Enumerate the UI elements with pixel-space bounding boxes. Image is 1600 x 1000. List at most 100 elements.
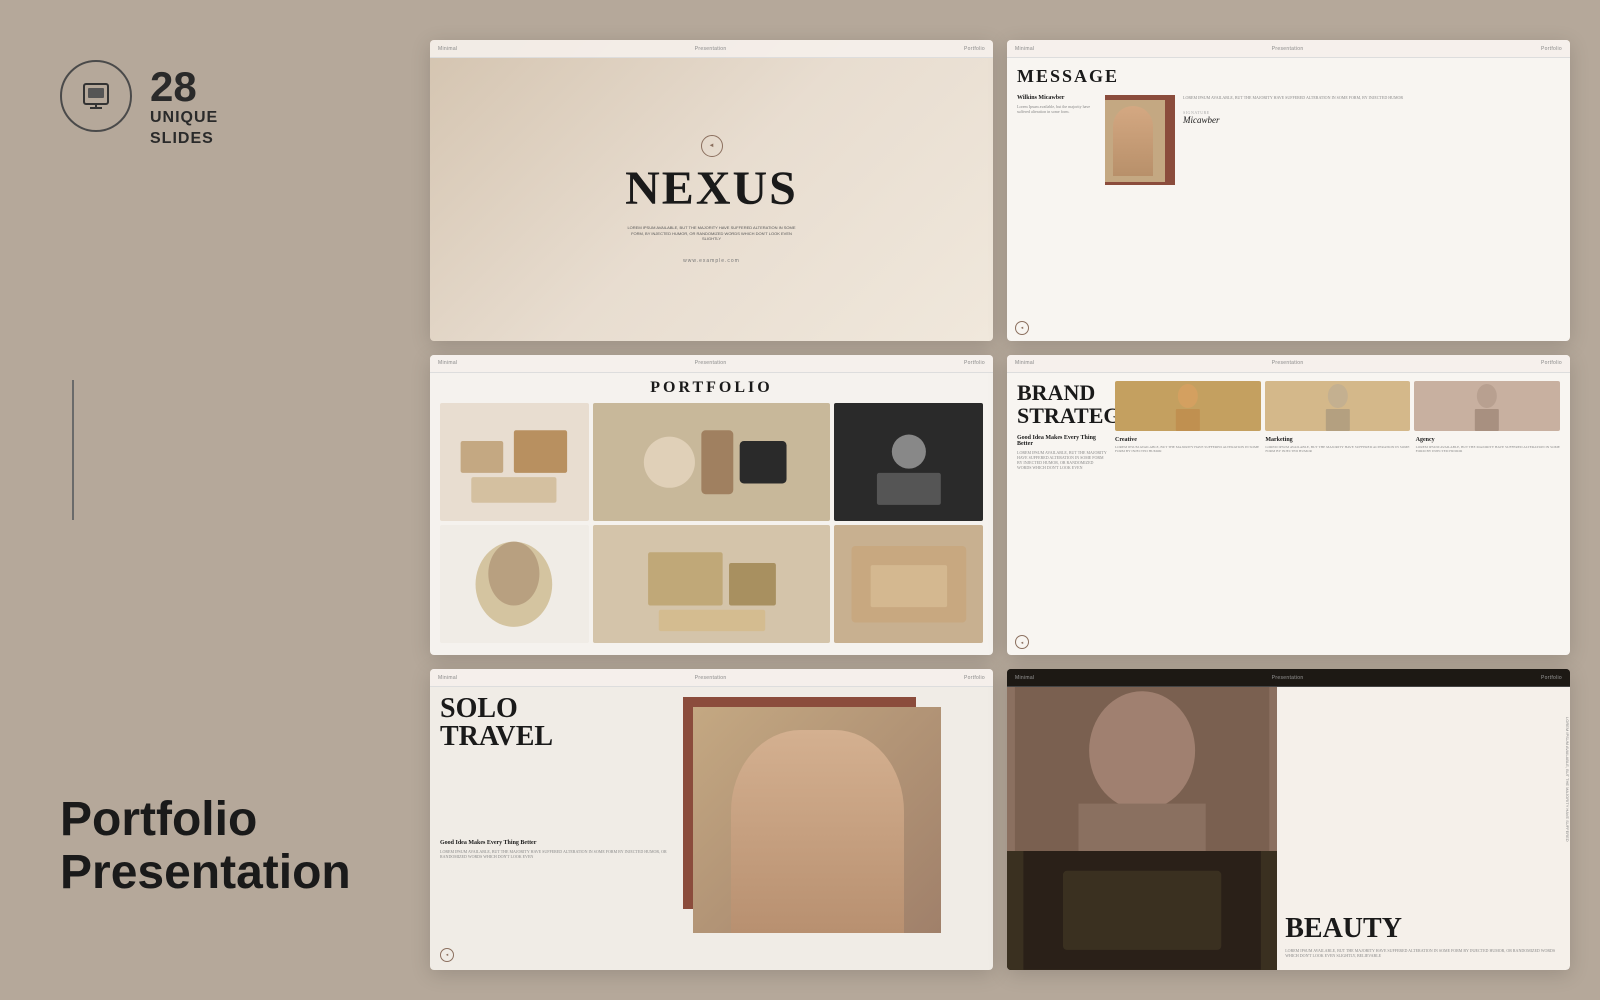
person-name: Wilkins Micawber (1017, 95, 1097, 101)
beauty-photo1 (1007, 687, 1277, 857)
message-right: LOREM IPSUM AVAILABLE, BUT THE MAJORITY … (1183, 95, 1560, 185)
brand-photos (1115, 381, 1560, 431)
message-photo (1105, 95, 1175, 185)
slide5-nav-right: Portfolio (964, 675, 985, 681)
slide5-header: Minimal Presentation Portfolio (430, 669, 993, 687)
beauty-side-text: LOREM IPSUM AVAILABLE, BUT THE MAJORITY … (1565, 717, 1570, 842)
slide3-nav-right: Portfolio (964, 360, 985, 366)
message-left: Wilkins Micawber Lorem Ipsum available, … (1017, 95, 1097, 185)
badge-label-line1: UNIQUE (150, 108, 218, 129)
photo-inner (1105, 100, 1165, 182)
brand-photo-3 (1414, 381, 1560, 431)
col3-text: LOREM IPSUM AVAILABLE, BUT THE MAJORITY … (1416, 445, 1560, 454)
slide6-nav-right: Portfolio (1541, 675, 1562, 681)
bottom-title-text: Portfolio Presentation (60, 794, 380, 900)
body-text: LOREM IPSUM AVAILABLE, BUT THE MAJORITY … (1183, 95, 1560, 100)
photo-silhouette (1113, 106, 1153, 176)
beauty-left (1007, 687, 1277, 970)
slide4-content: BRAND STRATEGY Good Idea Makes Every Thi… (1007, 373, 1570, 656)
portfolio-item-6 (834, 525, 983, 643)
slide2-header: Minimal Presentation Portfolio (1007, 40, 1570, 58)
divider (72, 380, 74, 520)
travel-person-silhouette (731, 730, 904, 934)
person-desc: Lorem Ipsum available, but the majority … (1017, 104, 1097, 114)
badge-number: 28 (150, 66, 218, 108)
left-panel: 28 UNIQUE SLIDES Portfolio Presentation (0, 0, 420, 1000)
slide6-header: Minimal Presentation Portfolio (1007, 669, 1570, 687)
slide4-nav-right: Portfolio (1541, 360, 1562, 366)
slide-beauty: Minimal Presentation Portfolio LOREM IPS… (1007, 669, 1570, 970)
portfolio-grid (440, 403, 983, 644)
badge-label-line2: SLIDES (150, 129, 218, 150)
signature-name: Micawber (1183, 115, 1560, 125)
nexus-url: www.example.com (683, 258, 740, 264)
badge-area: 28 UNIQUE SLIDES (60, 60, 380, 150)
slide3-content: PORTFOLIO (430, 373, 993, 656)
nexus-icon (701, 135, 723, 157)
slide5-content: SOLO TRAVEL Good Idea Makes Every Thing … (430, 687, 993, 970)
slide-portfolio: Minimal Presentation Portfolio PORTFOLIO (430, 355, 993, 656)
col3-title: Agency (1416, 437, 1560, 443)
slide6-nav-left: Minimal (1015, 675, 1034, 681)
slide6-nav-center: Presentation (1272, 675, 1304, 681)
badge-text: 28 UNIQUE SLIDES (150, 60, 218, 150)
slide2-nav-left: Minimal (1015, 46, 1034, 52)
travel-text-area: Good Idea Makes Every Thing Better LOREM… (440, 840, 673, 859)
slide2-brand-icon (1015, 321, 1029, 335)
slide-travel: Minimal Presentation Portfolio SOLO TRAV… (430, 669, 993, 970)
brand-desc: LOREM IPSUM AVAILABLE, BUT THE MAJORITY … (1017, 450, 1107, 471)
slide1-header: Minimal Presentation Portfolio (430, 40, 993, 58)
travel-desc: LOREM IPSUM AVAILABLE, BUT THE MAJORITY … (440, 849, 673, 859)
beauty-desc: LOREM IPSUM AVAILABLE, BUT THE MAJORITY … (1285, 948, 1562, 958)
message-body: Wilkins Micawber Lorem Ipsum available, … (1017, 95, 1560, 185)
slide-message: Minimal Presentation Portfolio MESSAGE W… (1007, 40, 1570, 341)
nexus-subtitle: LOREM IPSUM AVAILABLE, BUT THE MAJORITY … (622, 225, 802, 242)
portfolio-item-3 (834, 403, 983, 521)
brand-subtitle: Good Idea Makes Every Thing Better (1017, 435, 1107, 447)
brand-columns: Creative LOREM IPSUM AVAILABLE, BUT THE … (1115, 437, 1560, 454)
col2-text: LOREM IPSUM AVAILABLE, BUT THE MAJORITY … (1265, 445, 1409, 454)
brand-col-1: Creative LOREM IPSUM AVAILABLE, BUT THE … (1115, 437, 1259, 454)
slide4-nav-left: Minimal (1015, 360, 1034, 366)
signature-area: SIGNATURE Micawber (1183, 110, 1560, 125)
slide3-nav-left: Minimal (438, 360, 457, 366)
slide5-nav-left: Minimal (438, 675, 457, 681)
col1-text: LOREM IPSUM AVAILABLE, BUT THE MAJORITY … (1115, 445, 1259, 454)
slide5-nav-center: Presentation (695, 675, 727, 681)
slide4-header: Minimal Presentation Portfolio (1007, 355, 1570, 373)
slide6-content: LOREM IPSUM AVAILABLE, BUT THE MAJORITY … (1007, 687, 1570, 970)
slide-brand: Minimal Presentation Portfolio BRAND STR… (1007, 355, 1570, 656)
beauty-right: LOREM IPSUM AVAILABLE, BUT THE MAJORITY … (1277, 687, 1570, 970)
travel-subtitle: Good Idea Makes Every Thing Better (440, 840, 673, 846)
brand-left: BRAND STRATEGY Good Idea Makes Every Thi… (1017, 381, 1107, 648)
brand-col-3: Agency LOREM IPSUM AVAILABLE, BUT THE MA… (1416, 437, 1560, 454)
portfolio-item-1 (440, 403, 589, 521)
slide1-nav-center: Presentation (695, 46, 727, 52)
travel-photo (693, 707, 941, 933)
travel-left: SOLO TRAVEL Good Idea Makes Every Thing … (430, 687, 683, 970)
slide1-content: NEXUS LOREM IPSUM AVAILABLE, BUT THE MAJ… (430, 58, 993, 341)
brand-photo-1 (1115, 381, 1261, 431)
travel-icon (440, 948, 454, 962)
portfolio-item-5 (593, 525, 831, 643)
brand-right: Creative LOREM IPSUM AVAILABLE, BUT THE … (1115, 381, 1560, 648)
presentation-icon (60, 60, 132, 132)
portfolio-title: PORTFOLIO (440, 379, 983, 397)
slide2-nav-right: Portfolio (1541, 46, 1562, 52)
slide2-nav-center: Presentation (1272, 46, 1304, 52)
slides-grid: Minimal Presentation Portfolio NEXUS LOR… (420, 30, 1580, 980)
brand-col-2: Marketing LOREM IPSUM AVAILABLE, BUT THE… (1265, 437, 1409, 454)
col1-title: Creative (1115, 437, 1259, 443)
portfolio-item-2 (593, 403, 831, 521)
brand-photo-2 (1265, 381, 1411, 431)
slide1-nav-left: Minimal (438, 46, 457, 52)
brand-title: BRAND STRATEGY (1017, 381, 1107, 427)
beauty-photo2 (1007, 851, 1277, 970)
slide1-nav-right: Portfolio (964, 46, 985, 52)
slide-nexus: Minimal Presentation Portfolio NEXUS LOR… (430, 40, 993, 341)
bottom-title: Portfolio Presentation (60, 794, 380, 920)
slide4-nav-center: Presentation (1272, 360, 1304, 366)
slide3-nav-center: Presentation (695, 360, 727, 366)
portfolio-item-4 (440, 525, 589, 643)
travel-right (683, 687, 993, 970)
